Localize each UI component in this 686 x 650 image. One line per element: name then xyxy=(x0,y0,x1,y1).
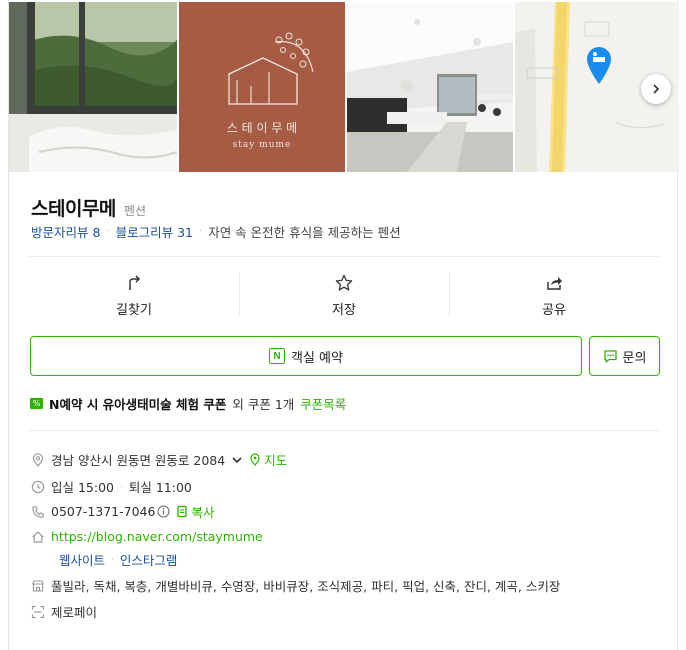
share-label: 공유 xyxy=(542,302,566,318)
homepage-row: https://blog.naver.com/staymume xyxy=(31,529,263,544)
separator-dot: · xyxy=(199,226,203,237)
photo-bedroom-window[interactable] xyxy=(9,2,177,172)
save-button[interactable]: 저장 xyxy=(239,257,449,333)
chevron-right-icon xyxy=(653,84,660,94)
share-icon xyxy=(547,276,562,290)
save-label: 저장 xyxy=(332,302,356,318)
home-icon xyxy=(31,530,45,544)
store-icon xyxy=(31,579,45,593)
blog-reviews-link[interactable]: 블로그리뷰 31 xyxy=(116,222,193,241)
links-row: 웹사이트 · 인스타그램 xyxy=(59,550,177,569)
logo-text-sub: stay mume xyxy=(233,140,292,150)
title-row: 스테이무메 펜션 xyxy=(31,194,146,221)
map-link[interactable]: 지도 xyxy=(264,450,287,469)
place-name: 스테이무메 xyxy=(31,198,116,220)
location-pin-icon xyxy=(31,452,45,467)
checkin-time: 입실 15:00 xyxy=(51,480,114,495)
copy-button[interactable]: 복사 xyxy=(191,502,214,521)
separator-dot: · xyxy=(120,481,123,492)
chat-icon xyxy=(603,349,617,363)
blog-url-link[interactable]: https://blog.naver.com/staymume xyxy=(51,529,263,544)
room-reservation-button[interactable]: N 객실 예약 xyxy=(30,336,582,376)
action-bar: 길찾기 저장 공유 xyxy=(29,257,659,333)
phone-row: 0507-1371-7046 복사 xyxy=(31,502,214,521)
amenities-row: 풀빌라, 독채, 복층, 개별바비큐, 수영장, 바비큐장, 조식제공, 파티,… xyxy=(31,576,560,595)
website-link[interactable]: 웹사이트 xyxy=(59,550,105,569)
naver-booking-icon: N xyxy=(269,348,285,364)
payment-scan-icon xyxy=(31,605,45,619)
review-meta-row: 방문자리뷰 8 · 블로그리뷰 31 · 자연 속 온전한 휴식을 제공하는 펜… xyxy=(31,222,401,241)
chevron-down-icon[interactable] xyxy=(231,454,243,466)
directions-button[interactable]: 길찾기 xyxy=(29,257,239,333)
logo-text-main: 스 테 이 무 메 xyxy=(227,121,297,135)
instagram-link[interactable]: 인스타그램 xyxy=(120,550,178,569)
phone-number: 0507-1371-7046 xyxy=(51,504,156,519)
photo-brand-logo[interactable]: 스 테 이 무 메 stay mume xyxy=(179,2,345,172)
map-pin-icon xyxy=(250,453,260,466)
reservation-label: 객실 예약 xyxy=(291,350,343,366)
coupon-icon: % xyxy=(30,398,43,409)
coupon-row: % N예약 시 유아생태미술 체험 쿠폰 외 쿠폰 1개 쿠폰목록 xyxy=(30,394,346,413)
next-photo-button[interactable] xyxy=(641,74,671,104)
amenities-text: 풀빌라, 독채, 복층, 개별바비큐, 수영장, 바비큐장, 조식제공, 파티,… xyxy=(51,579,561,594)
hours-row: 입실 15:00 · 퇴실 11:00 xyxy=(31,477,192,496)
phone-icon xyxy=(31,505,45,519)
divider xyxy=(29,430,659,431)
place-tagline: 자연 속 온전한 휴식을 제공하는 펜션 xyxy=(208,225,401,240)
address-text: 경남 양산시 원동면 원동로 2084 xyxy=(51,453,226,468)
clock-icon xyxy=(31,480,45,494)
place-card: 스 테 이 무 메 stay mume 스테이무메 펜션 방문자리뷰 8 · 블… xyxy=(8,0,679,650)
separator-dot: · xyxy=(111,554,114,565)
inquiry-label: 문의 xyxy=(622,350,647,366)
place-category: 펜션 xyxy=(123,204,146,218)
inquiry-button[interactable]: 문의 xyxy=(589,336,660,376)
coupon-list-link[interactable]: 쿠폰목록 xyxy=(300,394,346,413)
separator-dot: · xyxy=(106,226,110,237)
star-icon xyxy=(335,274,353,291)
payment-row: 제로페이 xyxy=(31,602,97,621)
info-icon[interactable] xyxy=(157,505,170,518)
directions-label: 길찾기 xyxy=(116,302,152,318)
photo-living-room[interactable] xyxy=(347,2,513,172)
address-row: 경남 양산시 원동면 원동로 2084 지도 xyxy=(31,450,287,469)
checkout-time: 퇴실 11:00 xyxy=(128,480,192,495)
visitor-reviews-link[interactable]: 방문자리뷰 8 xyxy=(31,222,100,241)
coupon-extra: 외 쿠폰 1개 xyxy=(232,397,295,412)
payment-text: 제로페이 xyxy=(51,605,98,620)
share-button[interactable]: 공유 xyxy=(449,257,659,333)
copy-icon xyxy=(177,505,188,518)
directions-icon xyxy=(129,274,141,290)
coupon-title: N예약 시 유아생태미술 체험 쿠폰 xyxy=(49,397,227,412)
photo-strip[interactable]: 스 테 이 무 메 stay mume xyxy=(9,2,679,172)
